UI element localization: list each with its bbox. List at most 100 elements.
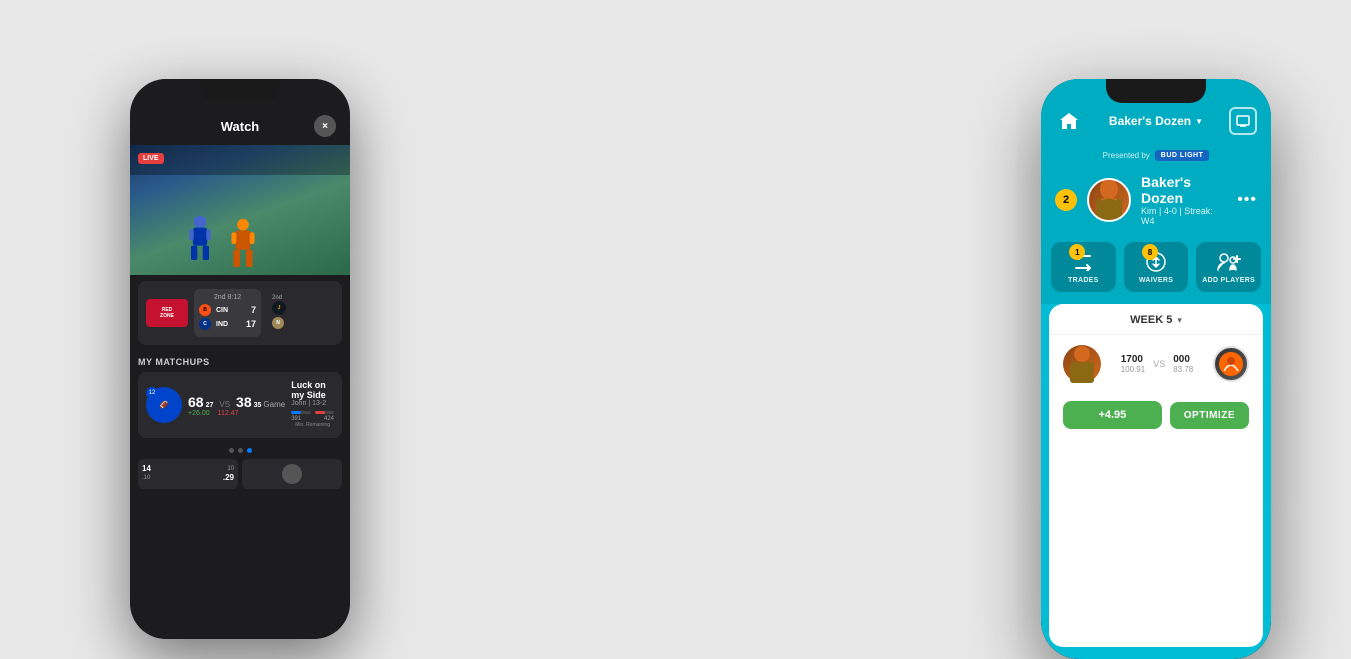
page-dots [130,442,350,459]
progress-bars [291,411,334,414]
trades-button[interactable]: 1 TRADES [1051,242,1116,292]
left-phone-notch [200,79,280,101]
bengals-icon: B [199,304,211,316]
score1-decimal: 27 [206,394,214,410]
watch-video-player[interactable]: LIVE [130,145,350,275]
progress-fill-2 [315,411,325,414]
score1-integer: 17 [1121,354,1132,365]
vs-label: VS [219,400,230,409]
team-name-right: Baker's Dozen [1141,174,1227,206]
progress-bar-2 [315,411,334,414]
matchup-info: Luck on my Side John | 13-2 391 [291,380,334,430]
colts-helmet: 🏈 [160,401,169,409]
dot-1 [229,448,234,453]
team-avatar [1087,178,1131,222]
matchup-scores-row: 17 00 100.91 VS 0 00 83.78 [1049,335,1263,393]
mini-matchup-1[interactable]: 14 10 .10 .29 [138,459,238,489]
score2-block: 0 00 83.78 [1173,354,1193,374]
dot-2 [238,448,243,453]
jax-row: J [272,301,329,315]
score-card-right: 2nd J N [267,290,334,336]
score-row-ind: C IND 17 [199,318,256,330]
waivers-label: WAIVERS [1139,277,1173,284]
team-record: 4-0 [1164,206,1177,216]
add-players-button[interactable]: ADD PLAYERS [1196,242,1261,292]
score-row-cin: B CIN 7 [199,304,256,316]
watch-modal: Watch × [130,79,350,639]
team-section: 2 Baker's Dozen Kim | 4-0 | Streak: W4 [1041,166,1271,236]
score-card-left: 2nd 8:12 B CIN 7 C IND 17 [194,289,261,337]
score2-change: 112.47 [218,410,239,417]
score1-main: 68 [188,394,204,410]
field-art [130,145,350,275]
live-badge: LIVE [138,153,164,164]
team-name-left: Luck on my Side [291,380,334,400]
section-title: MY MATCHUPS [138,357,342,367]
jags-icon: J [272,301,286,315]
week-chevron-icon: ▾ [1177,315,1182,326]
progress-bar-1 [291,411,310,414]
optimize-bar: +4.95 OPTIMIZE [1049,393,1263,441]
team-record-left: John | 13-2 [291,400,334,407]
bud-light-logo: BUD LIGHT [1155,150,1210,161]
right-phone-screen: Baker's Dozen ▼ Presented by BUD LIGHT 2 [1041,79,1271,659]
left-phone-screen: Watch × [130,79,350,639]
mini-row-2: .10 .29 [142,473,234,482]
waivers-badge: 8 [1142,244,1158,260]
saints-icon: N [272,317,284,329]
optimize-button[interactable]: OPTIMIZE [1170,402,1249,429]
score-vs-block: 17 00 100.91 VS 0 00 83.78 [1109,354,1205,374]
mini-sub-1: .10 [142,475,150,481]
team-info-right: Baker's Dozen Kim | 4-0 | Streak: W4 [1141,174,1227,226]
mini-score-1: 14 [142,464,151,473]
waivers-icon-wrap: 8 [1144,250,1168,274]
watch-close-button[interactable]: × [314,115,336,137]
week-label: WEEK 5 [1130,314,1172,326]
mini-label-1: 10 [227,466,234,472]
mini-avatar [282,464,302,484]
chevron-down-icon: ▼ [1195,117,1203,126]
redzone-logo: REDZONE [146,299,188,327]
player2-art [229,217,257,267]
phone-left: Watch × [130,79,350,639]
waivers-button[interactable]: 8 WAIVERS [1124,242,1189,292]
watch-header: Watch × [130,107,350,145]
dot-3-active [247,448,252,453]
progress-fill-1 [291,411,300,414]
plus-score-display: +4.95 [1063,401,1162,429]
score2-decimal: 00 [1179,354,1190,365]
game-label: Game [263,400,285,409]
tv-icon[interactable] [1229,107,1257,135]
saints-row: N [272,317,329,329]
more-options-button[interactable]: ••• [1237,191,1257,209]
bottom-mini-cards: 14 10 .10 .29 [130,459,350,495]
opponent-avatar [1213,346,1249,382]
week-header[interactable]: WEEK 5 ▾ [1049,304,1263,335]
mini-score-2: .29 [223,473,234,482]
ind-score: 17 [246,319,256,329]
score2-decimal: 35 [254,394,262,410]
scores-block: 68 27 VS 38 35 Game +26.00 [188,394,285,417]
mini-row-1: 14 10 [142,464,234,473]
score2-display: 0 00 [1173,354,1193,365]
owner-name: Kim [1141,206,1157,216]
action-buttons-row: 1 TRADES 8 [1041,236,1271,304]
score1-change: +26.00 [188,410,210,417]
mini-matchup-2[interactable] [242,459,342,489]
remaining-label: Min. Remaining [291,422,334,430]
presented-by-bar: Presented by BUD LIGHT [1041,145,1271,166]
redzone-score-card[interactable]: REDZONE 2nd 8:12 B CIN 7 C IND [138,281,342,345]
vs-separator: VS [1153,359,1165,369]
matchup-card[interactable]: 🏈 12 68 27 VS 38 35 [138,372,342,438]
ind-name: IND [216,321,228,328]
league-selector[interactable]: Baker's Dozen ▼ [1109,114,1203,128]
score1-block: 17 00 100.91 [1121,354,1145,374]
home-icon[interactable] [1055,107,1083,135]
team-icon-colts: 🏈 12 [146,387,182,423]
rank-badge: 2 [1055,189,1077,211]
cin-name: CIN [216,307,228,314]
add-players-label: ADD PLAYERS [1202,277,1255,284]
score1-decimal: 00 [1132,354,1143,365]
score1-sub: 100.91 [1121,365,1145,374]
colts-icon: C [199,318,211,330]
